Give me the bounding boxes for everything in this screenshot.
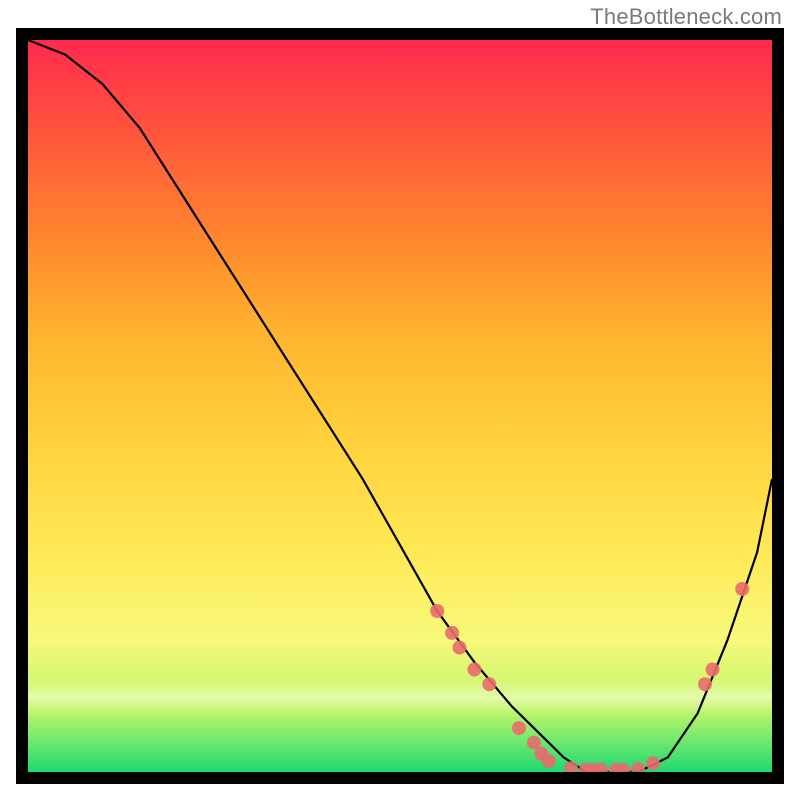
chart-stage: TheBottleneck.com xyxy=(0,0,800,800)
data-marker xyxy=(698,677,712,691)
bottleneck-curve xyxy=(28,40,772,772)
curve-layer xyxy=(28,40,772,772)
data-marker xyxy=(453,641,467,655)
attribution-label: TheBottleneck.com xyxy=(590,4,782,30)
data-marker xyxy=(512,721,526,735)
plot-area xyxy=(16,28,784,784)
data-marker xyxy=(445,626,459,640)
data-marker xyxy=(616,763,630,777)
data-marker xyxy=(706,663,720,677)
data-marker xyxy=(482,677,496,691)
data-marker xyxy=(594,763,608,777)
curve-markers xyxy=(430,582,749,777)
data-marker xyxy=(646,756,660,770)
data-marker xyxy=(542,754,556,768)
data-marker xyxy=(564,761,578,775)
data-marker xyxy=(631,762,645,776)
data-marker xyxy=(430,604,444,618)
data-marker xyxy=(735,582,749,596)
data-marker xyxy=(467,663,481,677)
